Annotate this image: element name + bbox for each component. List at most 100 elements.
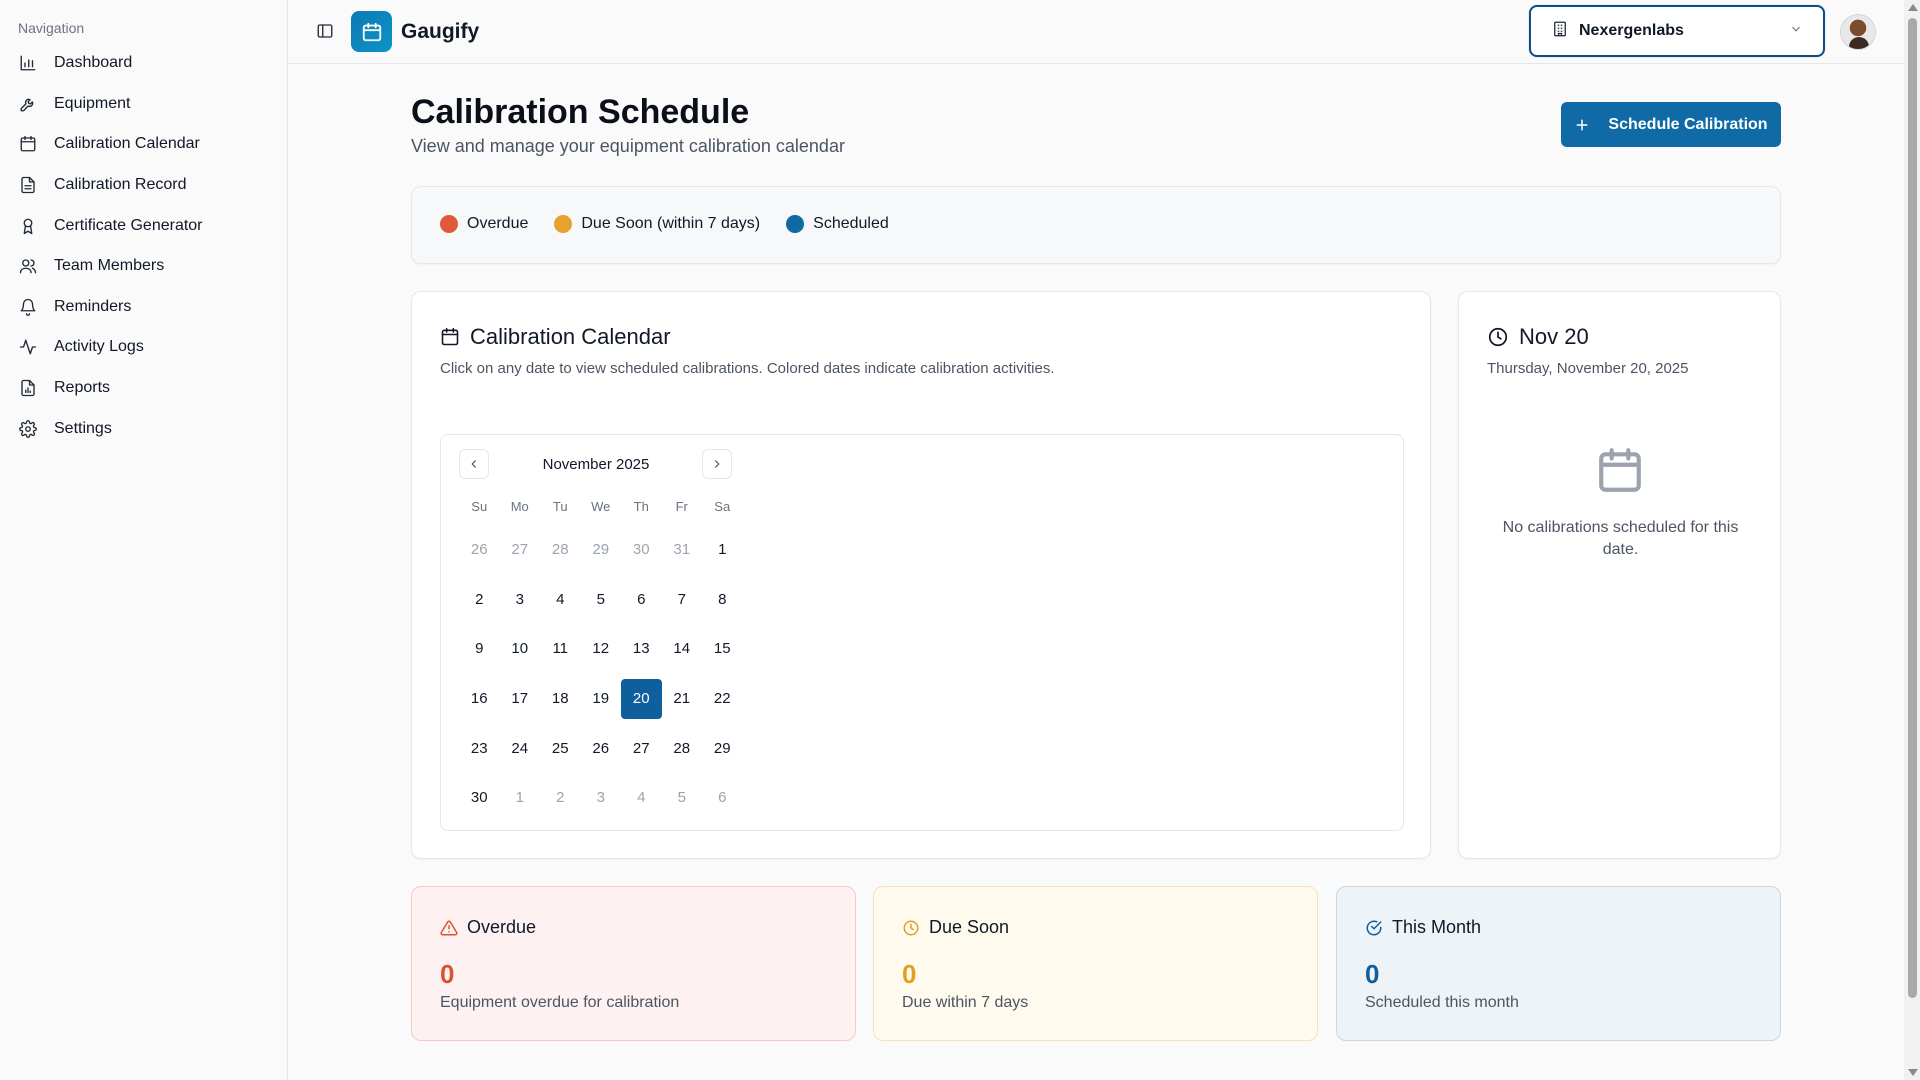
calendar-day[interactable]: 7 [662,579,703,619]
calendar-day[interactable]: 1 [702,530,743,570]
avatar[interactable] [1840,14,1876,50]
calendar-day[interactable]: 24 [500,728,541,768]
chevron-right-icon [714,460,720,468]
date-picker: November 2025 Su Mo Tu We Th Fr Sa 26 27 28 29 30 3… [440,434,1404,831]
calendar-day-outside[interactable]: 26 [459,530,500,570]
calendar-week-row: 30 1 2 3 4 5 6 [459,773,743,823]
calendar-day[interactable]: 11 [540,629,581,669]
overdue-stat-label: Equipment overdue for calibration [440,994,680,1011]
calendar-day-outside[interactable]: 30 [621,530,662,570]
this-month-stat-title-text: This Month [1392,917,1482,937]
calendar-day-outside[interactable]: 4 [621,778,662,818]
calendar-day-outside[interactable]: 6 [702,778,743,818]
selected-date-full: Thursday, November 20, 2025 [1487,360,1689,377]
calendar-day[interactable]: 6 [621,579,662,619]
calendar-day-selected[interactable]: 20 [621,678,662,719]
sidebar-item-dashboard[interactable]: Dashboard [10,43,278,84]
nav-list: Dashboard Equipment Calibration Calendar… [10,43,278,449]
calendar-day-outside[interactable]: 28 [540,530,581,570]
sidebar-item-team-members[interactable]: Team Members [10,246,278,287]
calendar-day-outside[interactable]: 31 [662,530,703,570]
organization-select[interactable]: Nexergenlabs [1529,5,1825,57]
calendar-day[interactable]: 13 [621,629,662,669]
brand-name[interactable]: Gaugify [401,20,479,44]
calendar-day[interactable]: 8 [702,579,743,619]
legend-label: Scheduled [813,215,889,232]
due-soon-stat-title-text: Due Soon [929,917,1010,937]
calendar-day[interactable]: 5 [581,579,622,619]
users-icon [18,256,38,276]
this-month-count: 0 [1365,959,1380,989]
scroll-down-arrow-icon[interactable] [1908,1069,1918,1076]
sidebar-item-label: Reports [54,379,111,397]
scrollbar-thumb[interactable] [1908,18,1917,998]
award-icon [18,216,38,236]
legend-item-overdue: Overdue [440,215,528,233]
bell-icon [18,297,38,317]
calendar-day-outside[interactable]: 1 [500,778,541,818]
sidebar-item-reports[interactable]: Reports [10,368,278,409]
calendar-day[interactable]: 16 [459,679,500,719]
weekday-label: Su [471,499,488,514]
calendar-day[interactable]: 12 [581,629,622,669]
building-icon [1551,20,1569,43]
scroll-up-arrow-icon[interactable] [1908,4,1918,11]
calendar-day[interactable]: 18 [540,679,581,719]
sidebar-item-equipment[interactable]: Equipment [10,84,278,125]
next-month-button[interactable] [702,449,732,479]
calendar-day[interactable]: 15 [702,629,743,669]
overdue-stat-title-text: Overdue [467,917,537,937]
calendar-empty-icon [1595,445,1645,497]
calendar-day[interactable]: 9 [459,629,500,669]
brand-logo[interactable] [351,11,392,52]
scrollbar[interactable] [1904,0,1920,1080]
calendar-day[interactable]: 26 [581,728,622,768]
calendar-day[interactable]: 19 [581,679,622,719]
calendar-day[interactable]: 30 [459,778,500,818]
chevron-down-icon [1789,22,1803,41]
previous-month-button[interactable] [459,449,489,479]
calendar-day-outside[interactable]: 3 [581,778,622,818]
calendar-day[interactable]: 22 [702,679,743,719]
calendar-card-description: Click on any date to view scheduled cali… [440,360,1055,377]
weekday-label: Th [633,499,649,514]
weekday-label: Mo [510,499,529,514]
sidebar-item-certificate-generator[interactable]: Certificate Generator [10,205,278,246]
calendar-day[interactable]: 25 [540,728,581,768]
clock-icon [1488,327,1508,347]
sidebar-toggle-button[interactable] [312,18,338,44]
sidebar-item-label: Team Members [54,257,165,275]
sidebar-item-calibration-record[interactable]: Calibration Record [10,165,278,206]
calendar-day[interactable]: 27 [621,728,662,768]
sidebar-item-label: Reminders [54,297,132,315]
scheduled-dot [786,215,805,233]
calendar-day[interactable]: 14 [662,629,703,669]
sidebar-item-settings[interactable]: Settings [10,408,278,449]
sidebar-item-activity-logs[interactable]: Activity Logs [10,327,278,368]
calendar-day[interactable]: 21 [662,679,703,719]
calendar-day[interactable]: 10 [500,629,541,669]
sidebar-item-reminders[interactable]: Reminders [10,287,278,328]
calendar-day[interactable]: 3 [500,579,541,619]
calendar-day[interactable]: 17 [500,679,541,719]
calendar-day[interactable]: 2 [459,579,500,619]
calendar-month-label: November 2025 [542,456,650,473]
gear-icon [18,419,38,439]
calendar-day[interactable]: 4 [540,579,581,619]
weekday-label: We [591,499,611,514]
calendar-day[interactable]: 23 [459,728,500,768]
calendar-day-outside[interactable]: 29 [581,530,622,570]
nav-heading: Navigation [18,20,85,36]
calendar-day[interactable]: 29 [702,728,743,768]
calendar-day-outside[interactable]: 27 [500,530,541,570]
sidebar-item-label: Certificate Generator [54,216,203,234]
calendar-day[interactable]: 28 [662,728,703,768]
calendar-day-outside[interactable]: 2 [540,778,581,818]
calendar-day-outside[interactable]: 5 [662,778,703,818]
empty-state-message: No calibrations scheduled for this date. [1502,519,1739,558]
due-soon-stat-label: Due within 7 days [902,994,1029,1011]
calendar-week-row: 16 17 18 19 20 21 22 [459,674,743,724]
selected-date-card: Nov 20 Thursday, November 20, 2025 No ca… [1458,291,1781,859]
schedule-calibration-button[interactable]: Schedule Calibration [1561,102,1781,147]
sidebar-item-calibration-calendar[interactable]: Calibration Calendar [10,124,278,165]
